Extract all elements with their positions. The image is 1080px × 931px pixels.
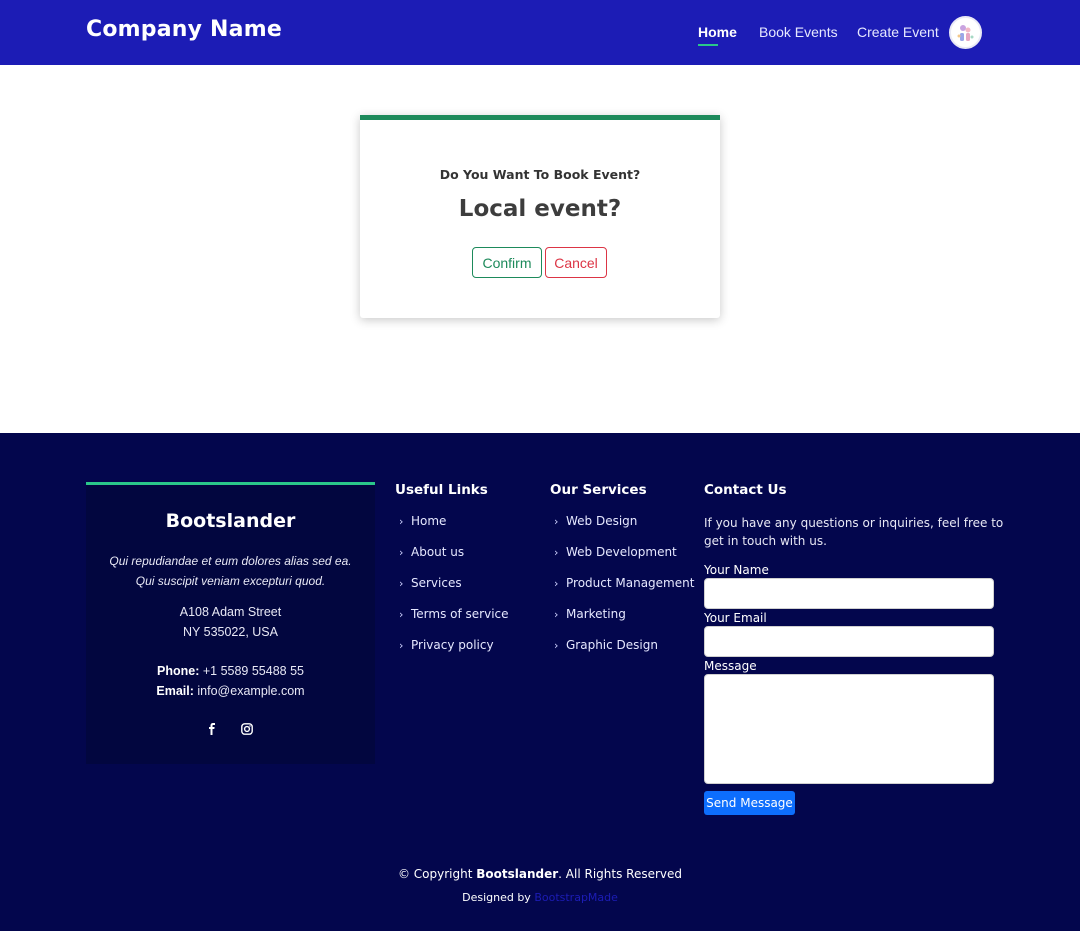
copyright-brand: Bootslander [476,867,559,881]
book-event-dialog: Do You Want To Book Event? Local event? … [360,115,720,318]
copyright-suffix: . All Rights Reserved [558,867,683,881]
cancel-button[interactable]: Cancel [545,247,607,278]
chevron-right-icon: › [399,546,404,559]
name-field-label: Your Name [704,563,769,577]
chevron-right-icon: › [399,577,404,590]
confirm-button[interactable]: Confirm [472,247,542,278]
footer-link-terms[interactable]: Terms of service [411,607,509,621]
designed-by-link[interactable]: BootstrapMade [534,891,618,904]
name-input[interactable] [704,578,994,609]
footer: Bootslander Qui repudiandae et eum dolor… [0,433,1080,931]
address-line-1: A108 Adam Street [179,605,282,619]
chevron-right-icon: › [399,515,404,528]
services-title: Our Services [550,482,647,498]
dialog-title: Local event? [458,196,622,222]
chevron-right-icon: › [399,639,404,652]
phone-value: +1 5589 55488 55 [202,664,304,678]
contact-intro-text: If you have any questions or inquiries, … [704,516,1004,548]
service-link-web-development[interactable]: Web Development [566,545,677,559]
footer-about-text: Qui repudiandae et eum dolores alias sed… [109,554,352,588]
copyright-text: © Copyright Bootslander. All Rights Rese… [0,867,1080,881]
nav-active-indicator [698,44,718,46]
footer-link-home[interactable]: Home [411,514,446,528]
footer-link-services[interactable]: Services [411,576,462,590]
email-field-label: Your Email [704,611,767,625]
designed-by-label: Designed by [462,891,531,904]
footer-about: Bootslander Qui repudiandae et eum dolor… [86,482,375,764]
user-avatar-icon[interactable] [949,16,982,49]
message-field-label: Message [704,659,757,673]
designed-by: Designed by BootstrapMade [0,891,1080,904]
email-line: Email: info@example.com [86,684,375,698]
chevron-right-icon: › [554,639,559,652]
service-link-graphic-design[interactable]: Graphic Design [566,638,658,652]
message-textarea[interactable] [704,674,994,784]
service-link-product-management[interactable]: Product Management [566,576,694,590]
footer-link-privacy[interactable]: Privacy policy [411,638,494,652]
contact-title: Contact Us [704,482,787,498]
instagram-icon[interactable] [241,723,253,738]
top-navbar: Company Name Home Book Events Create Eve… [0,0,1080,65]
dialog-subtitle: Do You Want To Book Event? [439,167,641,182]
brand-logo[interactable]: Company Name [86,17,282,42]
chevron-right-icon: › [399,608,404,621]
chevron-right-icon: › [554,546,559,559]
nav-create-event[interactable]: Create Event [857,24,939,40]
phone-line: Phone: +1 5589 55488 55 [86,664,375,678]
email-label: Email: [156,684,194,698]
send-message-button[interactable]: Send Message [704,791,795,815]
chevron-right-icon: › [554,577,559,590]
chevron-right-icon: › [554,515,559,528]
useful-links-title: Useful Links [395,482,488,498]
chevron-right-icon: › [554,608,559,621]
email-input[interactable] [704,626,994,657]
footer-brand-title: Bootslander [165,510,296,532]
facebook-icon[interactable] [206,723,218,738]
service-link-web-design[interactable]: Web Design [566,514,637,528]
nav-book-events[interactable]: Book Events [759,24,838,40]
service-link-marketing[interactable]: Marketing [566,607,626,621]
footer-link-about[interactable]: About us [411,545,464,559]
address-line-2: NY 535022, USA [183,625,278,639]
copyright-prefix: © Copyright [397,867,473,881]
email-value: info@example.com [197,684,305,698]
phone-label: Phone: [157,664,200,678]
nav-home[interactable]: Home [698,24,737,40]
